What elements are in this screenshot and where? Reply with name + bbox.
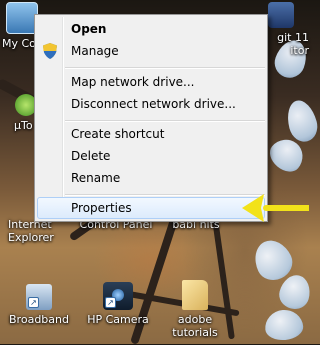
menu-item-label: Open <box>71 22 107 36</box>
context-menu: Open Manage Map network drive... Disconn… <box>34 14 268 222</box>
desktop-icon-label: adobe tutorials <box>172 313 218 339</box>
broadband-icon: ↗ <box>26 284 52 310</box>
menu-item-map-network-drive[interactable]: Map network drive... <box>37 71 265 93</box>
menu-separator <box>65 120 265 122</box>
arrow-annotation-icon <box>242 194 309 222</box>
menu-item-manage[interactable]: Manage <box>37 40 265 62</box>
uac-shield-icon <box>43 43 57 59</box>
camera-icon: ↗ <box>103 282 133 310</box>
menu-item-create-shortcut[interactable]: Create shortcut <box>37 123 265 145</box>
menu-item-label: Disconnect network drive... <box>71 97 236 111</box>
menu-item-label: Rename <box>71 171 121 185</box>
editor-icon <box>267 2 294 28</box>
menu-item-label: Create shortcut <box>71 127 165 141</box>
menu-item-open[interactable]: Open <box>37 18 265 40</box>
menu-separator <box>65 194 265 196</box>
menu-item-label: Map network drive... <box>71 75 195 89</box>
menu-separator <box>65 67 265 69</box>
desktop-icon-broadband[interactable]: ↗ Broadband <box>6 284 72 326</box>
menu-item-label: Manage <box>71 44 119 58</box>
menu-item-rename[interactable]: Rename <box>37 167 265 189</box>
menu-item-properties[interactable]: Properties <box>37 197 265 219</box>
desktop-icon-label: HP Camera <box>87 313 149 326</box>
menu-item-label: Delete <box>71 149 111 163</box>
desktop-icon-adobe-tutorials[interactable]: adobe tutorials <box>162 280 228 339</box>
shortcut-arrow-icon: ↗ <box>28 297 39 308</box>
menu-item-disconnect-network-drive[interactable]: Disconnect network drive... <box>37 93 265 115</box>
menu-item-delete[interactable]: Delete <box>37 145 265 167</box>
desktop-icon-label: Broadband <box>9 313 69 326</box>
shortcut-arrow-icon: ↗ <box>105 297 116 308</box>
folder-icon <box>182 280 208 310</box>
menu-item-label: Properties <box>71 201 132 215</box>
desktop-icon-hp-camera[interactable]: ↗ HP Camera <box>82 282 154 326</box>
